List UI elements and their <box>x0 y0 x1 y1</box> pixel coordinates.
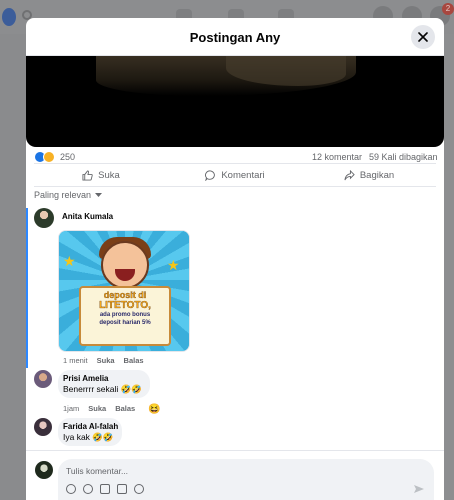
sort-dropdown[interactable]: Paling relevan <box>34 190 103 200</box>
composer-tools <box>66 484 144 494</box>
comment-button[interactable]: Komentari <box>168 164 302 186</box>
close-icon <box>418 32 428 42</box>
promo-line-3: ada promo bonus <box>99 312 151 318</box>
camera-icon[interactable] <box>100 484 110 494</box>
comment-time[interactable]: 1jam <box>63 404 79 415</box>
haha-reaction-icon <box>43 151 55 163</box>
laugh-reaction-icon[interactable]: 😆 <box>148 404 160 415</box>
character-face <box>101 241 149 289</box>
comment-input[interactable]: Tulis komentar... <box>58 459 434 500</box>
comment-author[interactable]: Prisi Amelia <box>63 374 109 383</box>
send-icon[interactable] <box>414 484 424 494</box>
reaction-icons[interactable] <box>34 151 55 163</box>
share-button-label: Bagikan <box>359 169 395 181</box>
comment-icon <box>205 169 216 181</box>
avatar[interactable] <box>34 208 54 228</box>
comment-count[interactable]: 12 komentar <box>312 152 362 162</box>
comment-author[interactable]: Farida Al-falah <box>63 422 118 431</box>
chevron-down-icon <box>95 192 103 197</box>
comment-text: Benerrrr sekali 🤣🤣 <box>63 384 142 394</box>
avatar[interactable] <box>34 370 52 388</box>
promo-line-2: LITETOTO, <box>99 300 151 311</box>
sticker-icon[interactable] <box>134 484 144 494</box>
post-actions: Suka Komentari Bagikan <box>34 163 436 187</box>
facebook-logo-icon <box>2 8 16 26</box>
comment-reply-link[interactable]: Balas <box>124 356 144 365</box>
comment-meta: 1 menit Suka Balas <box>63 356 144 365</box>
close-button[interactable] <box>411 25 435 49</box>
thumbs-up-icon <box>82 169 93 181</box>
comment-text: Iya kak 🤣🤣 <box>63 432 114 442</box>
dialog-header: Postingan Any <box>26 18 444 56</box>
comment-author[interactable]: Anita Kumala <box>62 212 113 221</box>
share-count[interactable]: 59 Kali dibagikan <box>369 152 438 162</box>
promo-line-1: deposit di <box>103 290 147 300</box>
thread-indicator <box>26 208 28 368</box>
like-button-label: Suka <box>98 169 120 181</box>
comment-like-link[interactable]: Suka <box>97 356 115 365</box>
avatar-sticker-icon[interactable] <box>66 484 76 494</box>
post-dialog: Postingan Any 250 12 komentar 59 Kali di… <box>26 18 444 500</box>
like-button[interactable]: Suka <box>34 164 168 186</box>
reaction-count[interactable]: 250 <box>60 152 75 162</box>
comment-input-placeholder: Tulis komentar... <box>66 466 129 476</box>
share-icon <box>344 169 355 180</box>
post-video[interactable] <box>26 56 444 147</box>
share-button[interactable]: Bagikan <box>302 164 436 186</box>
comment-time[interactable]: 1 menit <box>63 356 88 365</box>
dialog-title: Postingan Any <box>189 30 281 45</box>
gif-icon[interactable] <box>117 484 127 494</box>
comment-composer: Tulis komentar... <box>26 450 444 500</box>
comment-like-link[interactable]: Suka <box>88 404 106 415</box>
sort-label: Paling relevan <box>34 190 92 200</box>
comment-button-label: Komentari <box>221 169 265 181</box>
background-sidebar <box>443 34 454 500</box>
comment-reply-link[interactable]: Balas <box>115 404 135 415</box>
avatar[interactable] <box>34 418 52 436</box>
promo-sign: deposit di LITETOTO, ada promo bonus dep… <box>79 286 171 346</box>
emoji-icon[interactable] <box>83 484 93 494</box>
current-user-avatar[interactable] <box>35 461 53 479</box>
notification-badge: 2 <box>442 3 454 15</box>
comment-meta: 1jam Suka Balas 😆 <box>63 404 161 415</box>
star-icon: ★ <box>63 253 76 269</box>
comment-image[interactable]: ★ ★ deposit di LITETOTO, ada promo bonus… <box>58 230 190 352</box>
promo-line-4: deposit harian 5% <box>99 320 151 326</box>
star-icon: ★ <box>167 257 180 273</box>
